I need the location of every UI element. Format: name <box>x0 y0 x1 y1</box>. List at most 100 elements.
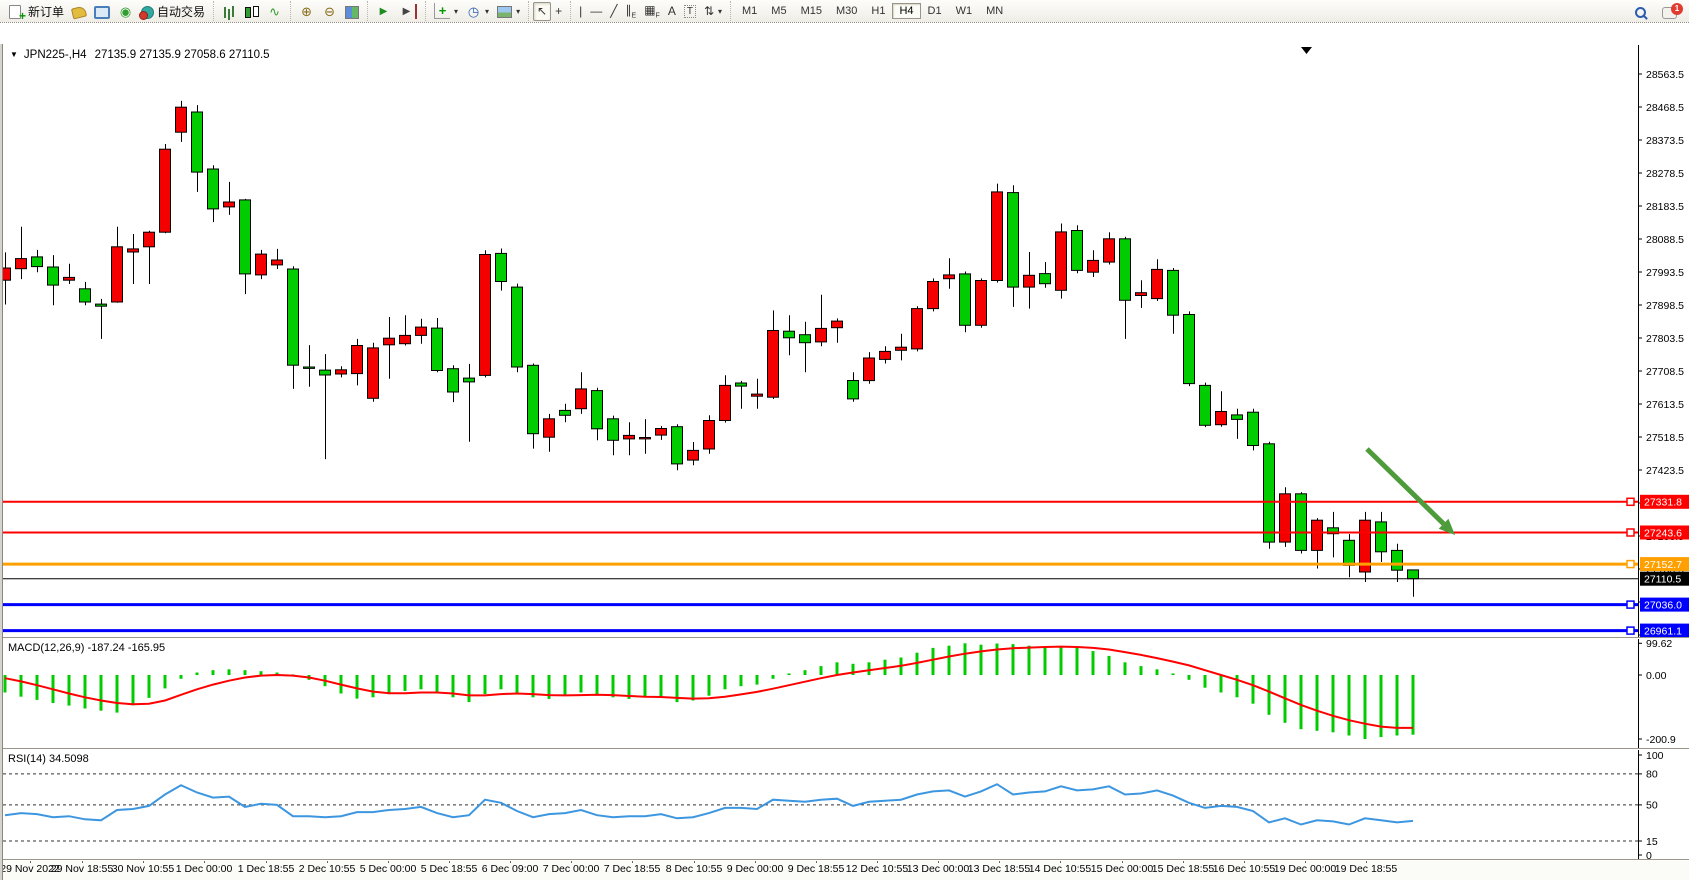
auto-scroll-button[interactable]: ▶ <box>372 2 395 21</box>
candle[interactable] <box>960 272 971 333</box>
candle[interactable] <box>384 317 395 379</box>
candle[interactable] <box>400 315 411 345</box>
candle[interactable] <box>320 354 331 459</box>
candle[interactable] <box>128 234 139 284</box>
candle[interactable] <box>1120 237 1131 339</box>
candle[interactable] <box>592 388 603 441</box>
candle[interactable] <box>448 365 459 402</box>
candle[interactable] <box>656 426 667 440</box>
line-handle[interactable] <box>1627 498 1634 505</box>
chart-shift-marker[interactable] <box>1301 47 1312 54</box>
fibonacci-button[interactable]: ▦F <box>640 2 664 21</box>
candle[interactable] <box>864 352 875 384</box>
signals-button[interactable]: ◉ <box>114 2 137 21</box>
market-depth-button[interactable] <box>90 2 114 21</box>
symbol-dropdown-icon[interactable]: ▼ <box>10 50 18 59</box>
line-handle[interactable] <box>1627 601 1634 608</box>
candle[interactable] <box>1104 232 1115 264</box>
templates-button[interactable]: ▾ <box>493 2 524 21</box>
candle[interactable] <box>704 415 715 454</box>
candle[interactable] <box>512 284 523 373</box>
candle[interactable] <box>1216 391 1227 426</box>
indicators-button[interactable]: +▾ <box>430 2 462 21</box>
timeframe-m1[interactable]: M1 <box>735 3 764 19</box>
timeframe-m5[interactable]: M5 <box>764 3 793 19</box>
text-label-button[interactable]: T <box>680 2 700 21</box>
candle[interactable] <box>48 255 59 305</box>
candle[interactable] <box>1088 250 1099 277</box>
candle[interactable] <box>416 319 427 344</box>
macd-panel-canvas[interactable]: 99.620.00-200.9 <box>0 639 1689 749</box>
rsi-panel-canvas[interactable]: 1008050150 <box>0 750 1689 860</box>
candle[interactable] <box>96 299 107 339</box>
candle[interactable] <box>1152 259 1163 301</box>
timeframe-d1[interactable]: D1 <box>921 3 949 19</box>
candle[interactable] <box>880 346 891 363</box>
timeframe-m15[interactable]: M15 <box>794 3 829 19</box>
candle[interactable] <box>928 278 939 311</box>
candle[interactable] <box>976 278 987 327</box>
vertical-line-button[interactable]: | <box>575 2 586 21</box>
candle[interactable] <box>192 105 203 192</box>
candle[interactable] <box>208 165 219 222</box>
candle[interactable] <box>1024 252 1035 309</box>
candle[interactable] <box>896 334 907 361</box>
periods-button[interactable]: ◷▾ <box>462 2 493 21</box>
candle[interactable] <box>832 318 843 342</box>
candle[interactable] <box>1248 409 1259 451</box>
candle[interactable] <box>64 264 75 284</box>
candle[interactable] <box>1008 185 1019 307</box>
text-button[interactable]: A <box>664 2 680 21</box>
candle[interactable] <box>672 424 683 470</box>
candle[interactable] <box>432 318 443 372</box>
candle[interactable] <box>1328 512 1339 558</box>
candle[interactable] <box>752 379 763 409</box>
zoom-in-button[interactable]: ⊕ <box>295 2 318 21</box>
candle[interactable] <box>736 381 747 409</box>
candle[interactable] <box>720 375 731 422</box>
candle[interactable] <box>1168 268 1179 334</box>
candle[interactable] <box>1200 383 1211 428</box>
new-order-button[interactable]: 新订单 <box>4 2 68 21</box>
autotrading-button[interactable]: 自动交易 <box>137 2 209 21</box>
candle[interactable] <box>480 250 491 377</box>
timeframe-h4[interactable]: H4 <box>892 3 920 19</box>
crosshair-button[interactable]: + <box>551 2 566 21</box>
economic-calendar-button[interactable] <box>68 2 90 21</box>
candle[interactable] <box>944 258 955 289</box>
candle[interactable] <box>1184 311 1195 386</box>
candle[interactable] <box>640 419 651 454</box>
candle[interactable] <box>560 404 571 422</box>
timeframe-mn[interactable]: MN <box>979 3 1010 19</box>
candle[interactable] <box>160 144 171 233</box>
timeframe-w1[interactable]: W1 <box>949 3 980 19</box>
candle[interactable] <box>544 414 555 452</box>
candle[interactable] <box>176 101 187 142</box>
candle[interactable] <box>1360 512 1371 582</box>
arrows-button[interactable]: ⇅▾ <box>700 2 726 21</box>
candle[interactable] <box>352 339 363 386</box>
line-chart-button[interactable]: ∿ <box>263 2 286 21</box>
candle[interactable] <box>288 266 299 389</box>
candle[interactable] <box>1376 512 1387 562</box>
candle[interactable] <box>1040 262 1051 288</box>
candle[interactable] <box>464 364 475 442</box>
candle[interactable] <box>768 310 779 399</box>
candle[interactable] <box>256 250 267 279</box>
candle[interactable] <box>576 372 587 414</box>
candle[interactable] <box>496 249 507 291</box>
candle[interactable] <box>144 231 155 284</box>
candle[interactable] <box>272 249 283 269</box>
panel-separator[interactable] <box>0 748 1689 750</box>
candle[interactable] <box>800 322 811 372</box>
candle[interactable] <box>816 295 827 347</box>
candle[interactable] <box>1072 225 1083 273</box>
candle[interactable] <box>992 184 1003 283</box>
candle[interactable] <box>1280 487 1291 547</box>
trendline-button[interactable]: ╱ <box>606 2 621 21</box>
candlestick-chart-button[interactable] <box>240 2 263 21</box>
timeframe-h1[interactable]: H1 <box>864 3 892 19</box>
candle[interactable] <box>32 250 43 272</box>
candle[interactable] <box>528 364 539 449</box>
candle[interactable] <box>224 182 235 215</box>
